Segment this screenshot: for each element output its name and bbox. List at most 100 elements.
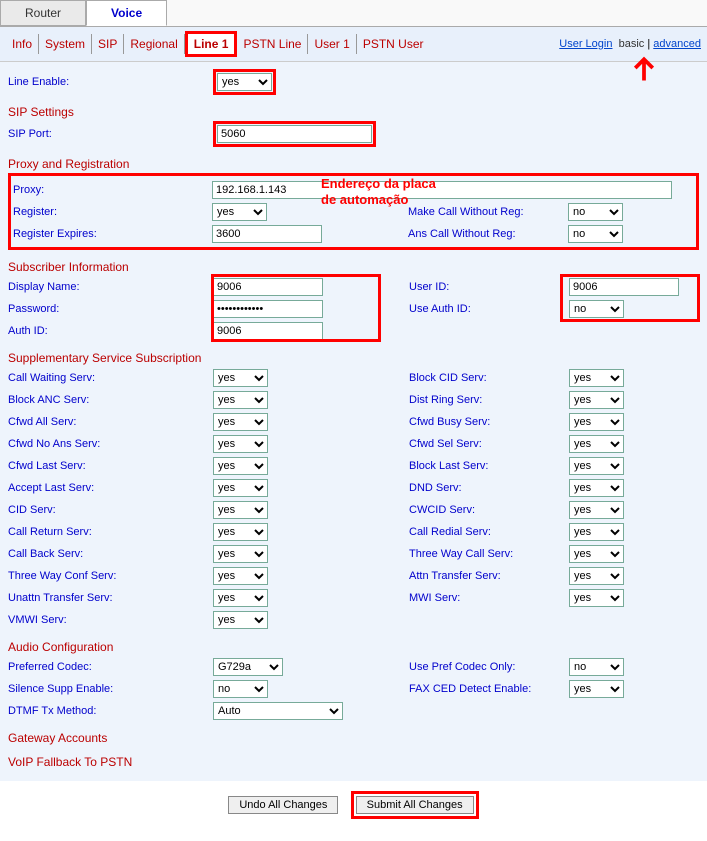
sip-settings-title: SIP Settings: [8, 105, 699, 119]
cfwdlast-select[interactable]: yes: [213, 457, 268, 475]
callback-label: Call Back Serv:: [8, 548, 213, 560]
cfwdall-select[interactable]: yes: [213, 413, 268, 431]
use-auth-select[interactable]: no: [569, 300, 624, 318]
authid-input[interactable]: [213, 322, 323, 340]
blocklast-select[interactable]: yes: [569, 457, 624, 475]
proxy-reg-title: Proxy and Registration: [8, 157, 699, 171]
callredial-label: Call Redial Serv:: [409, 526, 569, 538]
undo-button[interactable]: Undo All Changes: [228, 796, 338, 814]
mwi-select[interactable]: yes: [569, 589, 624, 607]
password-label: Password:: [8, 303, 213, 315]
dtmf-select[interactable]: Auto: [213, 702, 343, 720]
supp-title: Supplementary Service Subscription: [8, 351, 699, 365]
sip-port-label: SIP Port:: [8, 128, 213, 140]
basic-mode-label: basic: [619, 38, 645, 50]
cfwdlast-label: Cfwd Last Serv:: [8, 460, 213, 472]
subtab-sip[interactable]: SIP: [92, 34, 124, 54]
main-tabs: Router Voice: [0, 0, 707, 27]
blockanc-select[interactable]: yes: [213, 391, 268, 409]
attntr-select[interactable]: yes: [569, 567, 624, 585]
silence-label: Silence Supp Enable:: [8, 683, 213, 695]
callback-select[interactable]: yes: [213, 545, 268, 563]
password-input[interactable]: [213, 300, 323, 318]
pref-codec-label: Preferred Codec:: [8, 661, 213, 673]
subtab-line1[interactable]: Line 1: [185, 31, 238, 57]
make-call-select[interactable]: no: [568, 203, 623, 221]
dnd-select[interactable]: yes: [569, 479, 624, 497]
audio-title: Audio Configuration: [8, 640, 699, 654]
callredial-select[interactable]: yes: [569, 523, 624, 541]
voip-fallback-title: VoIP Fallback To PSTN: [8, 755, 699, 769]
button-bar: Undo All Changes Submit All Changes: [0, 781, 707, 833]
cid-select[interactable]: yes: [213, 501, 268, 519]
cfwdbusy-select[interactable]: yes: [569, 413, 624, 431]
dtmf-label: DTMF Tx Method:: [8, 705, 213, 717]
attntr-label: Attn Transfer Serv:: [409, 570, 569, 582]
cw-select[interactable]: yes: [213, 369, 268, 387]
tab-voice[interactable]: Voice: [86, 0, 167, 26]
line-enable-select[interactable]: yes: [217, 73, 272, 91]
blockcid-select[interactable]: yes: [569, 369, 624, 387]
unattntr-label: Unattn Transfer Serv:: [8, 592, 213, 604]
acceptlast-label: Accept Last Serv:: [8, 482, 213, 494]
cfwdbusy-label: Cfwd Busy Serv:: [409, 416, 569, 428]
reg-exp-label: Register Expires:: [13, 228, 212, 240]
sip-port-input[interactable]: [217, 125, 372, 143]
display-name-input[interactable]: [213, 278, 323, 296]
pref-codec-select[interactable]: G729a: [213, 658, 283, 676]
make-call-label: Make Call Without Reg:: [408, 206, 568, 218]
unattntr-select[interactable]: yes: [213, 589, 268, 607]
blocklast-label: Block Last Serv:: [409, 460, 569, 472]
cw-label: Call Waiting Serv:: [8, 372, 213, 384]
user-login-link[interactable]: User Login: [559, 38, 612, 50]
display-name-label: Display Name:: [8, 281, 213, 293]
annotation-proxy-2: de automação: [321, 192, 408, 207]
subtab-user1[interactable]: User 1: [308, 34, 356, 54]
threeway-select[interactable]: yes: [569, 545, 624, 563]
reg-exp-input[interactable]: [212, 225, 322, 243]
subtab-regional[interactable]: Regional: [124, 34, 184, 54]
callret-select[interactable]: yes: [213, 523, 268, 541]
silence-select[interactable]: no: [213, 680, 268, 698]
submit-button[interactable]: Submit All Changes: [356, 796, 474, 814]
cwcid-select[interactable]: yes: [569, 501, 624, 519]
register-select[interactable]: yes: [212, 203, 267, 221]
register-label: Register:: [13, 206, 212, 218]
subtab-pstn-line[interactable]: PSTN Line: [237, 34, 308, 54]
blockanc-label: Block ANC Serv:: [8, 394, 213, 406]
subtab-system[interactable]: System: [39, 34, 92, 54]
cfwdna-select[interactable]: yes: [213, 435, 268, 453]
cfwdna-label: Cfwd No Ans Serv:: [8, 438, 213, 450]
subtab-pstn-user[interactable]: PSTN User: [357, 34, 430, 54]
cid-label: CID Serv:: [8, 504, 213, 516]
subtab-info[interactable]: Info: [6, 34, 39, 54]
distring-select[interactable]: yes: [569, 391, 624, 409]
cfwdsel-select[interactable]: yes: [569, 435, 624, 453]
threeconf-label: Three Way Conf Serv:: [8, 570, 213, 582]
page-content: Line Enable: yes SIP Settings SIP Port: …: [0, 62, 707, 781]
threeconf-select[interactable]: yes: [213, 567, 268, 585]
vmwi-select[interactable]: yes: [213, 611, 268, 629]
faxced-select[interactable]: yes: [569, 680, 624, 698]
userid-label: User ID:: [409, 281, 569, 293]
blockcid-label: Block CID Serv:: [409, 372, 569, 384]
proxy-input[interactable]: [212, 181, 672, 199]
proxy-label: Proxy:: [13, 184, 212, 196]
distring-label: Dist Ring Serv:: [409, 394, 569, 406]
authid-label: Auth ID:: [8, 325, 213, 337]
sub-tabs: Info System SIP Regional Line 1 PSTN Lin…: [0, 27, 707, 62]
arrow-up-icon: [629, 53, 659, 86]
cwcid-label: CWCID Serv:: [409, 504, 569, 516]
ans-call-select[interactable]: no: [568, 225, 623, 243]
advanced-link[interactable]: advanced: [653, 38, 701, 50]
threeway-label: Three Way Call Serv:: [409, 548, 569, 560]
dnd-label: DND Serv:: [409, 482, 569, 494]
tab-router[interactable]: Router: [0, 0, 86, 26]
callret-label: Call Return Serv:: [8, 526, 213, 538]
acceptlast-select[interactable]: yes: [213, 479, 268, 497]
annotation-proxy-1: Endereço da placa: [321, 176, 436, 191]
use-pref-only-select[interactable]: no: [569, 658, 624, 676]
userid-input[interactable]: [569, 278, 679, 296]
ans-call-label: Ans Call Without Reg:: [408, 228, 568, 240]
use-pref-only-label: Use Pref Codec Only:: [409, 661, 569, 673]
